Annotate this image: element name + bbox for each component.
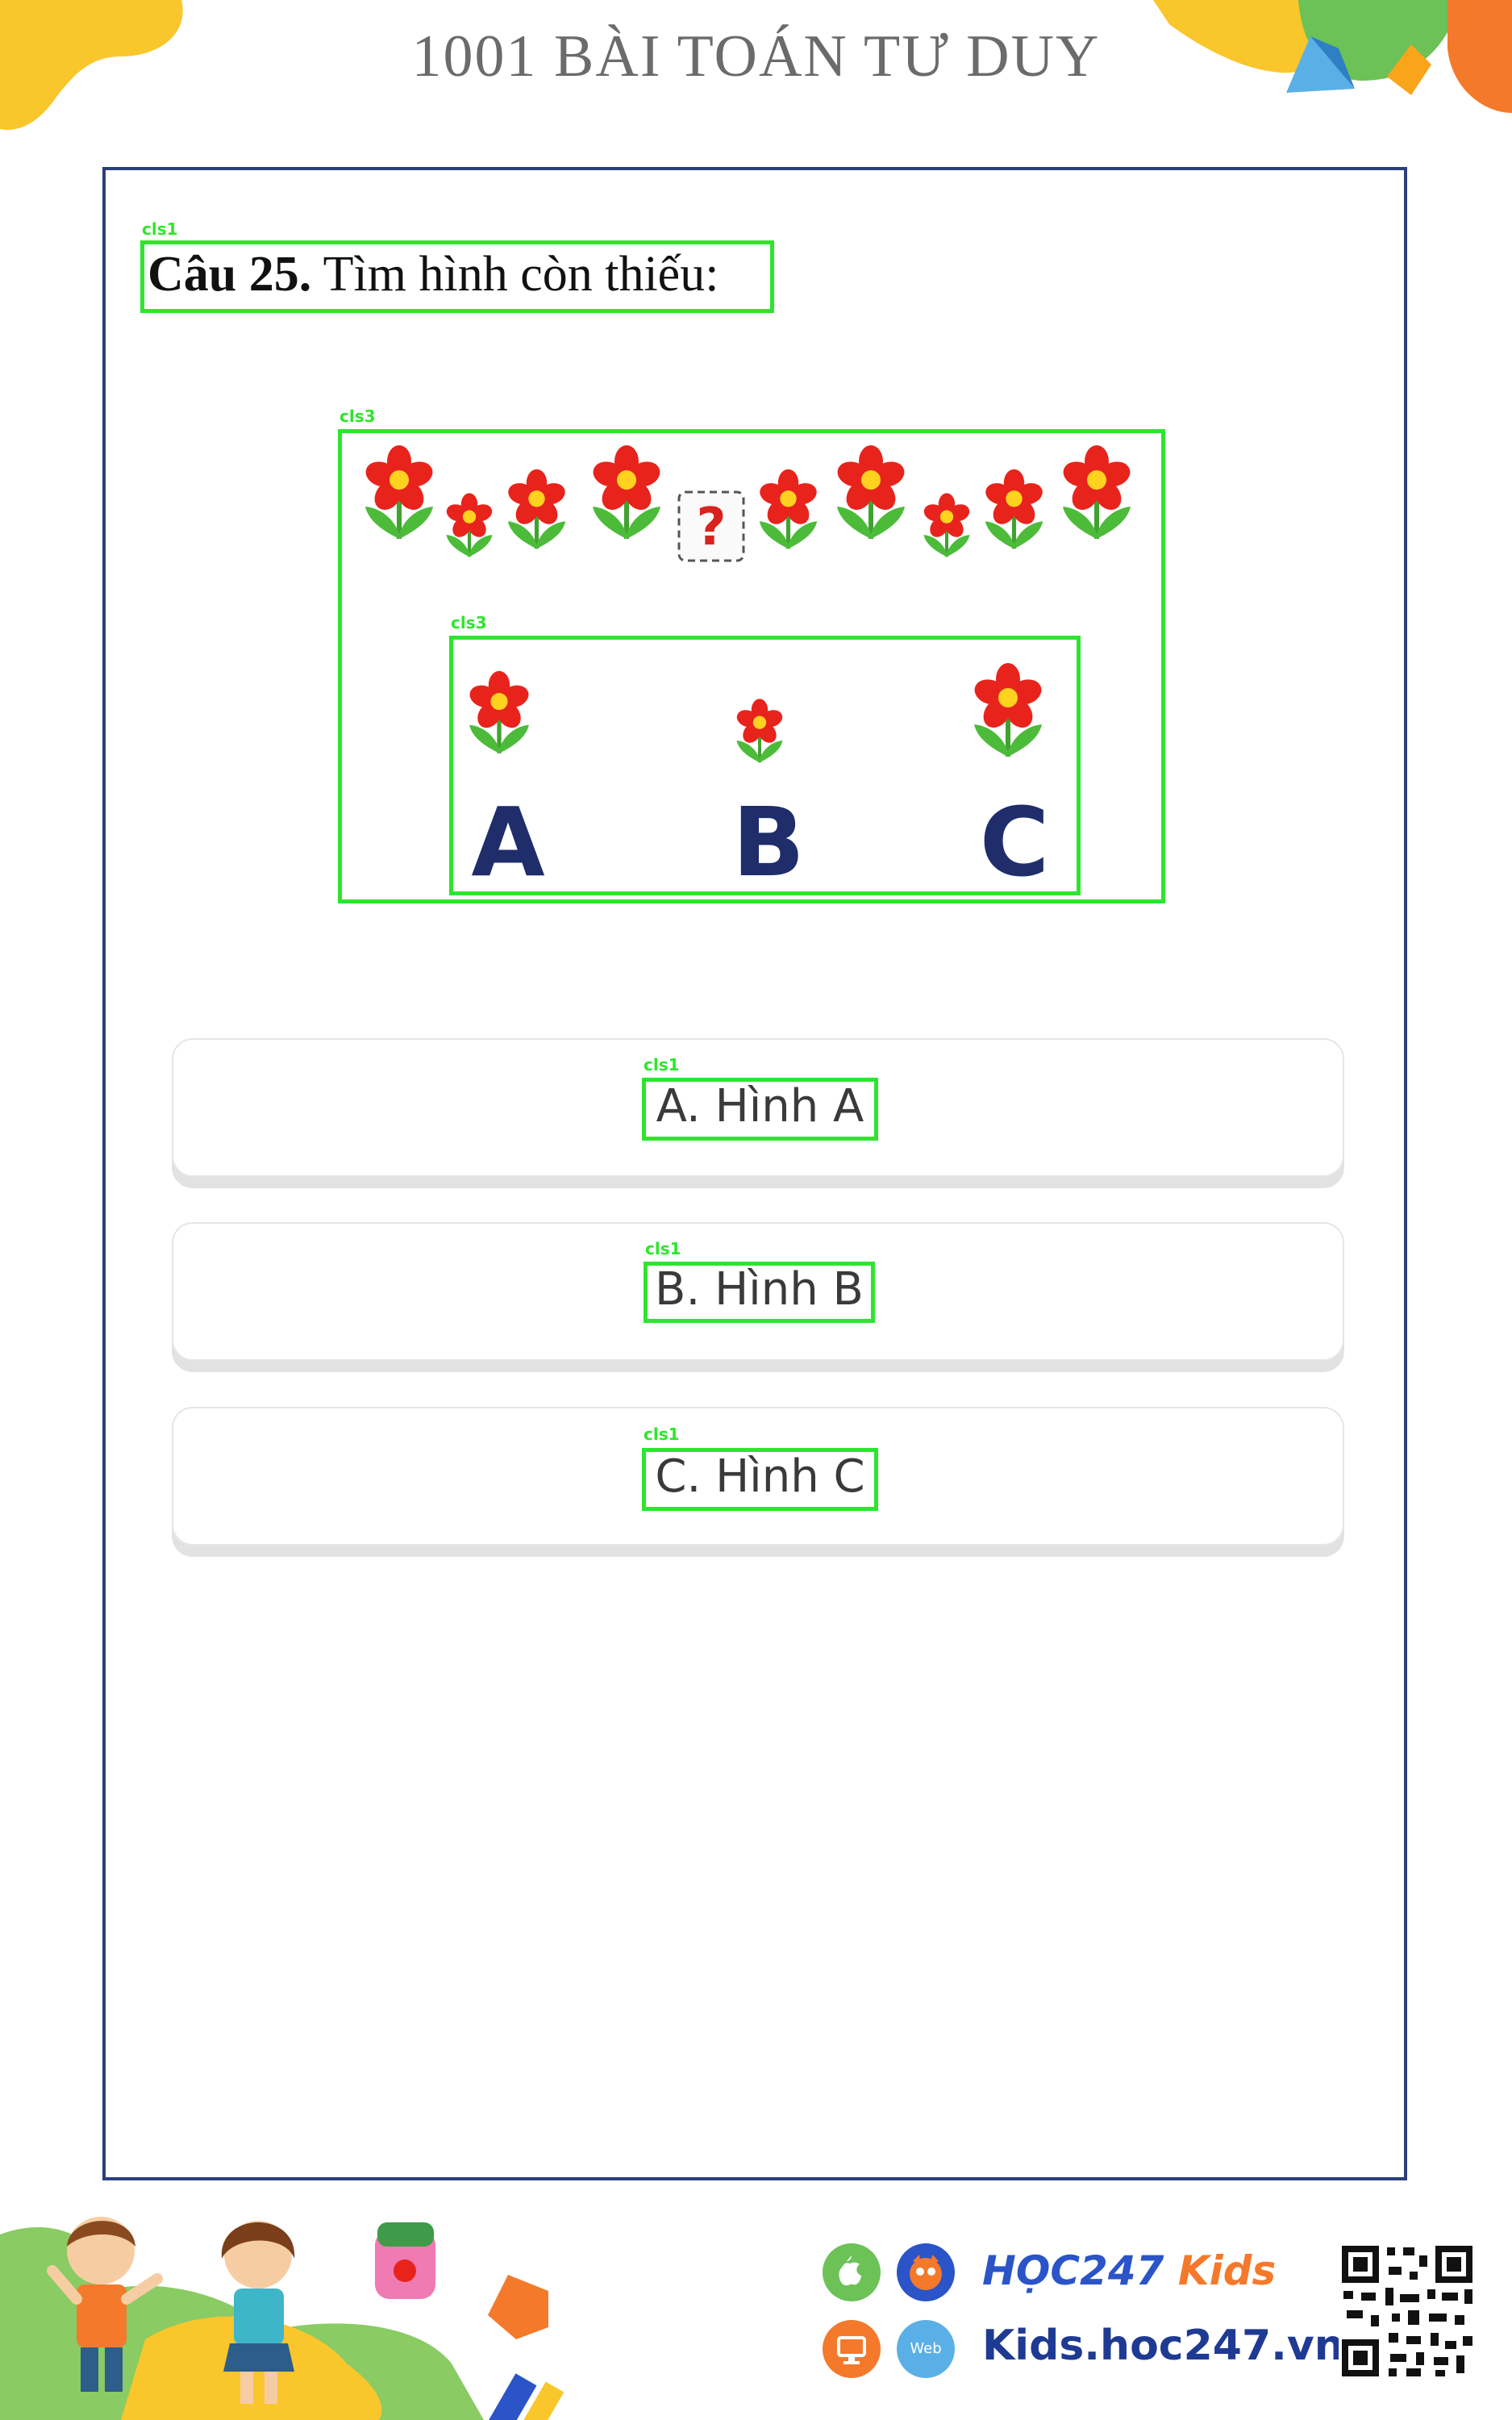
- app-store-icon[interactable]: [823, 2243, 881, 2301]
- option-letter-b: B: [732, 786, 805, 898]
- backpack-icon: [375, 2222, 435, 2299]
- answer-b-label[interactable]: B. Hình B: [644, 1263, 875, 1316]
- flower-big-3: [834, 445, 907, 539]
- answer-b-detection-tag: cls1: [645, 1239, 681, 1258]
- question-text: Câu 25. Tìm hình còn thiếu:: [148, 246, 719, 303]
- web-badge[interactable]: Web: [897, 2320, 955, 2378]
- missing-mark: ?: [696, 498, 726, 557]
- mascot-app-icon[interactable]: [897, 2243, 955, 2301]
- answer-c-label[interactable]: C. Hình C: [642, 1450, 878, 1503]
- flower-small-2: [922, 493, 972, 557]
- answer-a-label[interactable]: A. Hình A: [642, 1080, 878, 1133]
- question-detection-tag: cls1: [142, 219, 178, 239]
- option-flowers: [460, 661, 1073, 782]
- figure-detection-tag: cls3: [339, 407, 376, 426]
- brand-main: HỌC247: [982, 2247, 1164, 2294]
- brand-sub: Kids: [1177, 2247, 1277, 2294]
- options-detection-tag: cls3: [451, 613, 487, 632]
- answer-a-detection-tag: cls1: [644, 1055, 680, 1074]
- flower-small-1: [444, 493, 494, 557]
- question-prompt: Tìm hình còn thiếu:: [323, 247, 719, 302]
- option-c-flower: [971, 663, 1044, 757]
- flower-big-1: [362, 445, 435, 539]
- flower-medium-2: [757, 469, 819, 549]
- missing-flower-placeholder: ?: [677, 490, 745, 562]
- footer-illustration: [0, 2217, 564, 2420]
- question-number: Câu 25.: [148, 247, 312, 302]
- flower-sequence: ?: [347, 440, 1153, 562]
- flower-medium-3: [983, 469, 1045, 549]
- qr-code[interactable]: [1339, 2243, 1476, 2380]
- pencil-icon: [487, 2373, 564, 2420]
- option-letter-c: C: [979, 786, 1050, 898]
- option-letter-a: A: [471, 786, 545, 898]
- header-title: 1001 BÀI TOÁN TƯ DUY: [411, 23, 1101, 90]
- flower-big-2: [589, 445, 663, 539]
- flower-big-4: [1060, 445, 1133, 539]
- desktop-icon[interactable]: [823, 2320, 881, 2378]
- site-link[interactable]: Kids.hoc247.vn: [982, 2322, 1344, 2370]
- pentagon-shape: [488, 2275, 548, 2339]
- option-b-flower: [735, 699, 785, 762]
- brand-logo: HỌC247 Kids: [982, 2247, 1276, 2294]
- option-a-flower: [467, 671, 531, 753]
- answer-c-detection-tag: cls1: [644, 1425, 680, 1444]
- flower-medium-1: [506, 469, 568, 549]
